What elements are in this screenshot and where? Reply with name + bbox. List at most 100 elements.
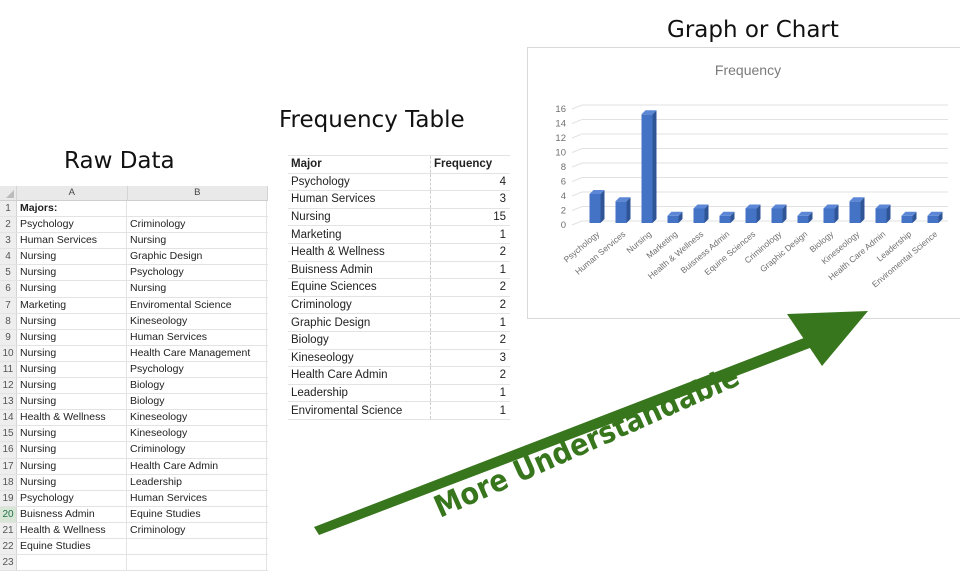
- major-cell: Biology: [288, 331, 431, 350]
- cell-a[interactable]: Nursing: [17, 345, 127, 361]
- frequency-table-heading: Frequency Table: [279, 107, 465, 133]
- table-row: Nursing 15: [288, 208, 510, 227]
- cell-b[interactable]: Kineseology: [127, 410, 267, 426]
- cell-a[interactable]: Nursing: [17, 394, 127, 410]
- cell-a[interactable]: Health & Wellness: [17, 522, 127, 538]
- row-number[interactable]: 14: [0, 410, 17, 426]
- cell-a[interactable]: Buisness Admin: [17, 506, 127, 522]
- cell-b[interactable]: Leadership: [127, 474, 267, 490]
- bar-kineseology[interactable]: [849, 197, 865, 223]
- cell-b[interactable]: [127, 538, 267, 555]
- cell-a[interactable]: Nursing: [17, 442, 127, 458]
- row-number[interactable]: 22: [0, 538, 17, 555]
- select-all-corner[interactable]: [0, 186, 17, 200]
- cell-b[interactable]: Human Services: [127, 490, 267, 506]
- cell-a[interactable]: Nursing: [17, 249, 127, 265]
- bar-nursing[interactable]: [641, 110, 657, 223]
- row-number[interactable]: 3: [0, 233, 17, 249]
- cell-a[interactable]: Psychology: [17, 217, 127, 233]
- cell-b[interactable]: Equine Studies: [127, 506, 267, 522]
- row-number[interactable]: 21: [0, 522, 17, 538]
- cell-b[interactable]: Criminology: [127, 217, 267, 233]
- frequency-cell: 4: [430, 173, 510, 192]
- row-number[interactable]: 6: [0, 281, 17, 297]
- row-number[interactable]: 8: [0, 313, 17, 329]
- cell-b[interactable]: Kineseology: [127, 426, 267, 442]
- y-tick-label: 16: [555, 104, 566, 115]
- row-number[interactable]: 1: [0, 201, 17, 217]
- row-number[interactable]: 7: [0, 297, 17, 313]
- cell-b[interactable]: Nursing: [127, 233, 267, 249]
- chart-frame[interactable]: Frequency 0 2 4 6 8 10 12 14 16 Psychology Human Se…: [527, 47, 960, 319]
- table-row: Equine Sciences 2: [288, 278, 510, 297]
- row-number[interactable]: 17: [0, 458, 17, 474]
- row-number[interactable]: 18: [0, 474, 17, 490]
- cell-b[interactable]: Psychology: [127, 361, 267, 378]
- cell-a[interactable]: Majors:: [17, 201, 127, 217]
- table-row: Marketing 1: [288, 225, 510, 244]
- row-number[interactable]: 2: [0, 217, 17, 233]
- cell-b[interactable]: Kineseology: [127, 313, 267, 329]
- spreadsheet-row: 18 Nursing Leadership: [0, 474, 268, 491]
- cell-b[interactable]: Graphic Design: [127, 249, 267, 265]
- cell-b[interactable]: [127, 201, 267, 217]
- row-number[interactable]: 20: [0, 506, 17, 522]
- cell-a[interactable]: Health & Wellness: [17, 410, 127, 426]
- gridline-diagonal: [571, 119, 583, 124]
- row-number[interactable]: 10: [0, 345, 17, 361]
- bar-psychology[interactable]: [589, 190, 605, 223]
- row-number[interactable]: 5: [0, 265, 17, 281]
- column-header-b[interactable]: B: [128, 186, 268, 200]
- cell-a[interactable]: Nursing: [17, 361, 127, 378]
- cell-a[interactable]: Psychology: [17, 490, 127, 506]
- cell-b[interactable]: Criminology: [127, 522, 267, 538]
- row-number[interactable]: 13: [0, 394, 17, 410]
- bar-side: [600, 190, 605, 223]
- bar-criminology[interactable]: [771, 204, 787, 224]
- cell-a[interactable]: [17, 555, 127, 571]
- cell-a[interactable]: Nursing: [17, 426, 127, 442]
- bar-health-care-admin[interactable]: [875, 204, 891, 224]
- row-number[interactable]: 19: [0, 490, 17, 506]
- cell-a[interactable]: Nursing: [17, 378, 127, 394]
- cell-a[interactable]: Nursing: [17, 265, 127, 281]
- column-header-a[interactable]: A: [17, 186, 128, 200]
- cell-b[interactable]: Health Care Management: [127, 345, 267, 361]
- cell-a[interactable]: Equine Studies: [17, 538, 127, 555]
- spreadsheet-row: 21 Health & Wellness Criminology: [0, 522, 268, 539]
- cell-b[interactable]: Biology: [127, 394, 267, 410]
- bar-front: [719, 215, 731, 223]
- bar-front: [875, 208, 887, 223]
- cell-b[interactable]: Health Care Admin: [127, 458, 267, 474]
- bar-equine-sciences[interactable]: [745, 204, 761, 224]
- cell-b[interactable]: Human Services: [127, 329, 267, 345]
- row-number[interactable]: 15: [0, 426, 17, 442]
- cell-b[interactable]: Biology: [127, 378, 267, 394]
- bar-health-wellness[interactable]: [693, 204, 709, 224]
- cell-b[interactable]: Psychology: [127, 265, 267, 281]
- cell-b[interactable]: Nursing: [127, 281, 267, 297]
- cell-a[interactable]: Nursing: [17, 281, 127, 297]
- bar-biology[interactable]: [823, 204, 839, 224]
- bar-human-services[interactable]: [615, 197, 631, 223]
- row-number[interactable]: 16: [0, 442, 17, 458]
- row-number[interactable]: 11: [0, 361, 17, 378]
- cell-a[interactable]: Nursing: [17, 458, 127, 474]
- cell-b[interactable]: Criminology: [127, 442, 267, 458]
- spreadsheet-row: 22 Equine Studies: [0, 538, 268, 556]
- y-tick-label: 8: [561, 162, 566, 173]
- cell-b[interactable]: Enviromental Science: [127, 297, 267, 313]
- cell-a[interactable]: Marketing: [17, 297, 127, 313]
- row-number[interactable]: 12: [0, 378, 17, 394]
- row-number[interactable]: 23: [0, 555, 17, 571]
- cell-a[interactable]: Human Services: [17, 233, 127, 249]
- major-cell: Criminology: [288, 296, 431, 315]
- frequency-cell: 2: [430, 243, 510, 262]
- cell-a[interactable]: Nursing: [17, 313, 127, 329]
- cell-a[interactable]: Nursing: [17, 474, 127, 490]
- spreadsheet-rows: 1 Majors: 2 Psychology Criminology 3 Human Ser…: [0, 201, 268, 571]
- cell-b[interactable]: [127, 555, 267, 571]
- row-number[interactable]: 4: [0, 249, 17, 265]
- row-number[interactable]: 9: [0, 329, 17, 345]
- cell-a[interactable]: Nursing: [17, 329, 127, 345]
